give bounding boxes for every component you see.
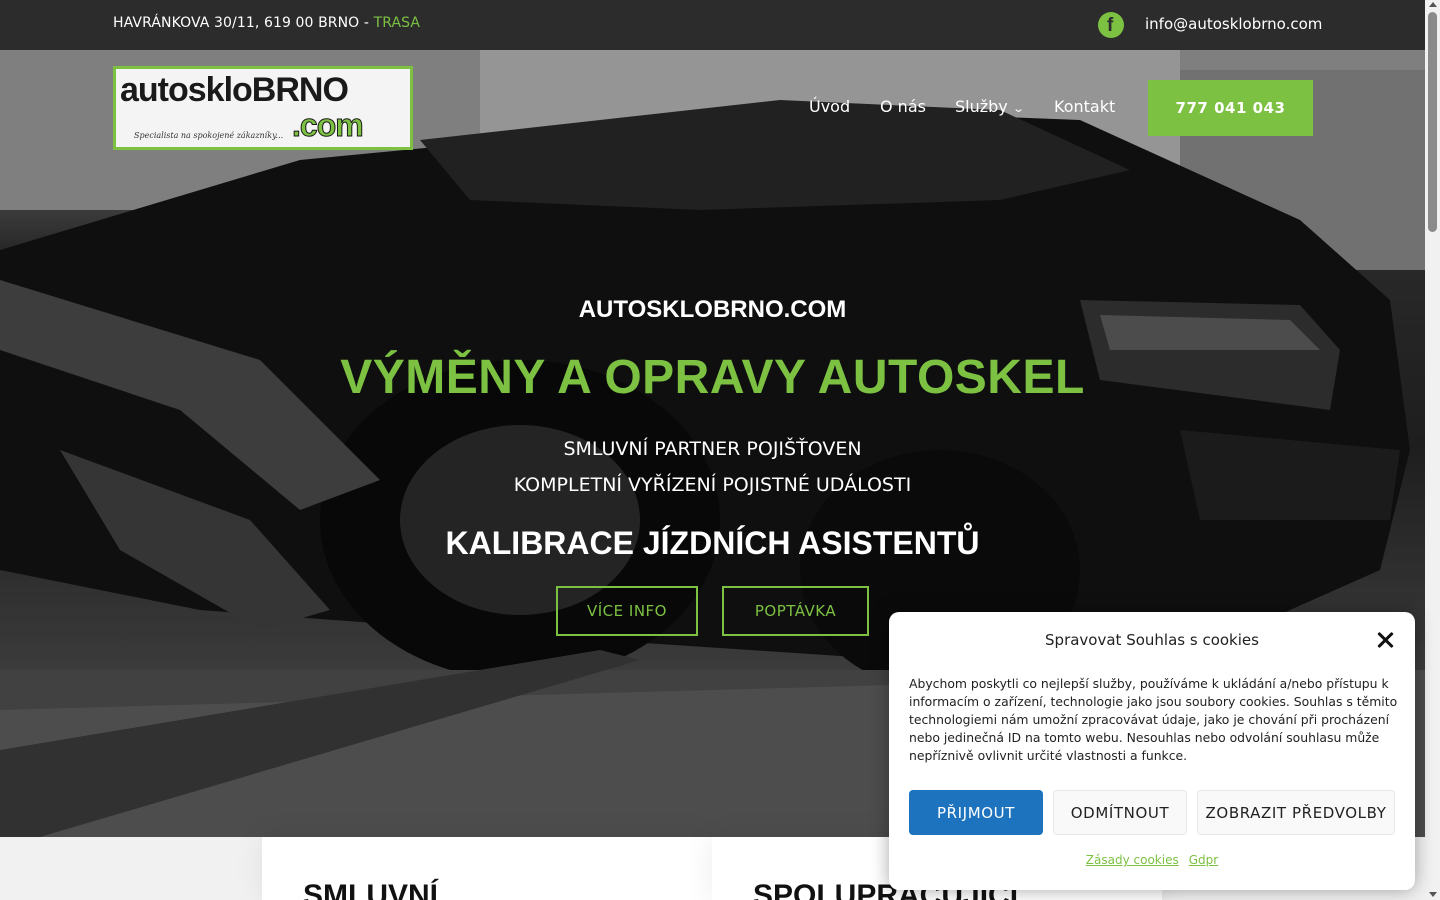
cookie-links: Zásady cookies Gdpr — [889, 853, 1415, 867]
email-link[interactable]: info@autosklobrno.com — [1145, 15, 1322, 33]
route-link[interactable]: TRASA — [374, 15, 421, 31]
nav-item-o-nas[interactable]: O nás — [880, 97, 926, 116]
scroll-down-arrow-icon[interactable] — [1429, 892, 1437, 897]
gdpr-link[interactable]: Gdpr — [1189, 853, 1218, 867]
address-text: HAVRÁNKOVA 30/11, 619 00 BRNO - — [113, 15, 374, 31]
view-preferences-button[interactable]: ZOBRAZIT PŘEDVOLBY — [1197, 790, 1395, 835]
logo-tagline: Specialista na spokojené zákazníky... — [134, 131, 284, 140]
site-logo[interactable]: autoskloBRNO .com Specialista na spokoje… — [113, 66, 413, 150]
logo-domain: .com — [292, 107, 365, 144]
page-scrollbar[interactable] — [1425, 0, 1440, 900]
accept-cookies-button[interactable]: PŘIJMOUT — [909, 790, 1043, 835]
cookie-dialog-text: Abychom poskytli co nejlepší služby, pou… — [909, 676, 1398, 763]
nav-item-uvod[interactable]: Úvod — [809, 97, 850, 116]
hero-line-claims: KOMPLETNÍ VYŘÍZENÍ POJISTNÉ UDÁLOSTI — [513, 474, 912, 496]
hero-calibration: KALIBRACE JÍZDNÍCH ASISTENTŮ — [445, 525, 980, 561]
close-icon[interactable] — [1373, 628, 1397, 652]
deny-cookies-button[interactable]: ODMÍTNOUT — [1053, 790, 1187, 835]
chevron-down-icon: ⌄ — [1011, 102, 1025, 115]
nav-item-sluzby-label: Služby — [955, 97, 1008, 116]
facebook-icon[interactable]: f — [1098, 12, 1124, 38]
hero-headline: VÝMĚNY A OPRAVY AUTOSKEL — [340, 351, 1085, 404]
nav-item-kontakt[interactable]: Kontakt — [1054, 97, 1115, 116]
feature-card: SMLUVNÍ — [262, 837, 712, 900]
hero-line-partner: SMLUVNÍ PARTNER POJIŠŤOVEN — [563, 438, 862, 460]
hero-subtitle: AUTOSKLOBRNO.COM — [578, 296, 847, 323]
logo-wordmark: autoskloBRNO — [120, 71, 349, 109]
logo-inner: autoskloBRNO .com Specialista na spokoje… — [116, 69, 410, 147]
facebook-glyph: f — [1107, 15, 1114, 36]
cookie-consent-dialog: Spravovat Souhlas s cookies Abychom posk… — [889, 612, 1415, 890]
cookie-policy-link[interactable]: Zásady cookies — [1086, 853, 1179, 867]
inquiry-button[interactable]: POPTÁVKA — [722, 586, 869, 636]
more-info-button[interactable]: VÍCE INFO — [556, 586, 698, 636]
cookie-dialog-title: Spravovat Souhlas s cookies — [1045, 631, 1259, 649]
top-bar: HAVRÁNKOVA 30/11, 619 00 BRNO - TRASA f … — [0, 0, 1425, 50]
address: HAVRÁNKOVA 30/11, 619 00 BRNO - TRASA — [113, 15, 420, 31]
feature-card-title: SMLUVNÍ — [303, 879, 438, 900]
scroll-up-arrow-icon[interactable] — [1429, 2, 1437, 7]
phone-button[interactable]: 777 041 043 — [1148, 80, 1313, 136]
scrollbar-thumb[interactable] — [1428, 12, 1437, 232]
nav-item-sluzby[interactable]: Služby ⌄ — [955, 97, 1025, 116]
